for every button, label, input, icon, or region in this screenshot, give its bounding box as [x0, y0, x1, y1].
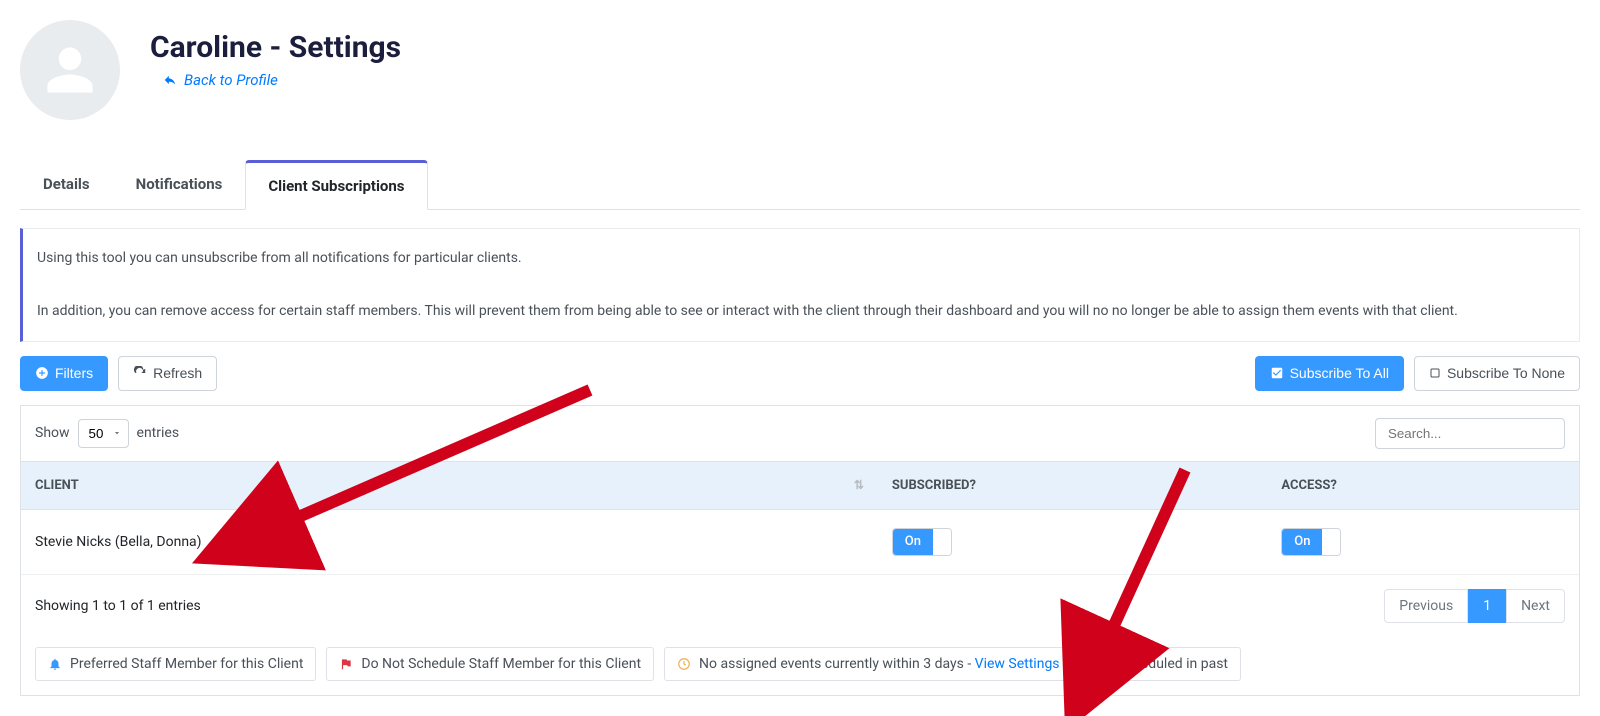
- refresh-button[interactable]: Refresh: [118, 356, 217, 391]
- access-toggle[interactable]: On: [1281, 528, 1341, 556]
- legend: Preferred Staff Member for this Client D…: [21, 637, 1579, 681]
- info-panel: Using this tool you can unsubscribe from…: [20, 228, 1580, 342]
- reply-icon: [162, 73, 178, 87]
- showing-text: Showing 1 to 1 of 1 entries: [35, 598, 201, 614]
- calendar-icon: [1096, 657, 1110, 671]
- calendar-icon: [247, 535, 261, 549]
- prev-button[interactable]: Previous: [1384, 589, 1468, 623]
- subscribe-none-label: Subscribe To None: [1447, 365, 1565, 382]
- subscribe-none-button[interactable]: Subscribe To None: [1414, 356, 1580, 391]
- entries-label: entries: [137, 425, 180, 441]
- tab-client-subscriptions[interactable]: Client Subscriptions: [245, 160, 427, 210]
- client-name: Stevie Nicks (Bella, Donna): [35, 534, 202, 550]
- filters-button[interactable]: Filters: [20, 356, 108, 391]
- legend-no-events: No assigned events currently within 3 da…: [664, 647, 1073, 681]
- refresh-icon: [133, 366, 147, 380]
- subscribe-all-button[interactable]: Subscribe To All: [1255, 356, 1404, 391]
- legend-scheduled-past: Scheduled in past: [1083, 647, 1241, 681]
- show-label: Show: [35, 425, 70, 441]
- filters-label: Filters: [55, 365, 93, 382]
- avatar: [20, 20, 120, 120]
- tab-details[interactable]: Details: [20, 160, 113, 210]
- page-title: Caroline - Settings: [150, 30, 401, 65]
- search-input[interactable]: [1375, 418, 1565, 449]
- flag-icon: [339, 657, 353, 671]
- check-square-icon: [1270, 366, 1284, 380]
- next-button[interactable]: Next: [1506, 589, 1565, 623]
- back-to-profile-link[interactable]: Back to Profile: [162, 71, 278, 89]
- bell-icon: [48, 657, 62, 671]
- clock-icon: [228, 535, 242, 549]
- tabs: Details Notifications Client Subscriptio…: [20, 160, 1580, 210]
- col-subscribed[interactable]: SUBSCRIBED?: [878, 461, 1268, 509]
- bell-icon: [209, 535, 223, 549]
- info-line-2: In addition, you can remove access for c…: [37, 298, 1565, 325]
- user-icon: [43, 43, 97, 97]
- info-line-1: Using this tool you can unsubscribe from…: [37, 245, 1565, 272]
- subscribed-toggle[interactable]: On: [892, 528, 952, 556]
- col-access[interactable]: ACCESS?: [1267, 461, 1579, 509]
- page-size-select[interactable]: 50: [78, 419, 129, 448]
- legend-do-not-schedule: Do Not Schedule Staff Member for this Cl…: [326, 647, 654, 681]
- subscribe-all-label: Subscribe To All: [1290, 365, 1389, 382]
- plus-circle-icon: [35, 366, 49, 380]
- view-settings-link[interactable]: View Settings: [975, 656, 1060, 672]
- square-icon: [1429, 367, 1441, 379]
- tab-notifications[interactable]: Notifications: [113, 160, 246, 210]
- legend-preferred: Preferred Staff Member for this Client: [35, 647, 316, 681]
- data-table: Show 50 entries CLIENT ⇅ SUBSCRIBED? ACC…: [20, 405, 1580, 696]
- clock-icon: [677, 657, 691, 671]
- sort-icon: ⇅: [854, 478, 864, 492]
- page-1-button[interactable]: 1: [1468, 589, 1506, 623]
- pagination: Previous 1 Next: [1384, 589, 1565, 623]
- table-row: Stevie Nicks (Bella, Donna) On On: [21, 509, 1579, 574]
- refresh-label: Refresh: [153, 365, 202, 382]
- col-client[interactable]: CLIENT ⇅: [21, 461, 878, 509]
- back-link-label: Back to Profile: [184, 71, 278, 89]
